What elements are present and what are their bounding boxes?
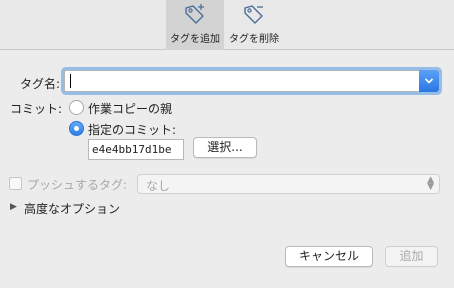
text-caret <box>70 74 71 88</box>
radio-specified-commit[interactable] <box>69 121 84 136</box>
chevron-down-icon <box>424 78 434 84</box>
commit-hash-field[interactable]: e4e4bb17d1be <box>88 139 184 160</box>
push-tag-checkbox[interactable] <box>9 177 22 190</box>
disclosure-triangle-icon[interactable]: ▶ <box>10 202 17 212</box>
advanced-options-label[interactable]: 高度なオプション <box>24 200 120 217</box>
updown-chevron-icon: ▲ ▼ <box>427 175 434 192</box>
tag-name-dropdown-button[interactable] <box>419 70 439 92</box>
tag-remove-icon <box>244 5 263 24</box>
cancel-button[interactable]: キャンセル <box>285 246 373 267</box>
radio-specified-commit-label: 指定のコミット: <box>88 123 177 137</box>
radio-working-copy-parent[interactable] <box>69 100 84 115</box>
tag-add-icon <box>185 4 204 24</box>
select-commit-button[interactable]: 選択... <box>193 137 257 158</box>
push-tag-select-value: なし <box>146 179 171 193</box>
delete-tag-label: タグを削除 <box>229 34 279 45</box>
add-button[interactable]: 追加 <box>385 246 438 267</box>
toolbar: タグを追加 タグを削除 <box>0 0 454 50</box>
commit-label: コミット: <box>9 102 62 116</box>
tag-name-input[interactable] <box>64 70 439 92</box>
add-tag-tab[interactable]: タグを追加 <box>166 0 224 50</box>
push-tag-select[interactable]: なし ▲ ▼ <box>137 174 440 194</box>
radio-working-copy-parent-label: 作業コピーの親 <box>88 102 173 116</box>
tag-name-label: タグ名: <box>19 77 60 91</box>
push-tag-label: プッシュするタグ: <box>27 178 128 192</box>
delete-tag-tab[interactable]: タグを削除 <box>226 0 282 50</box>
add-tag-label: タグを追加 <box>170 34 220 45</box>
